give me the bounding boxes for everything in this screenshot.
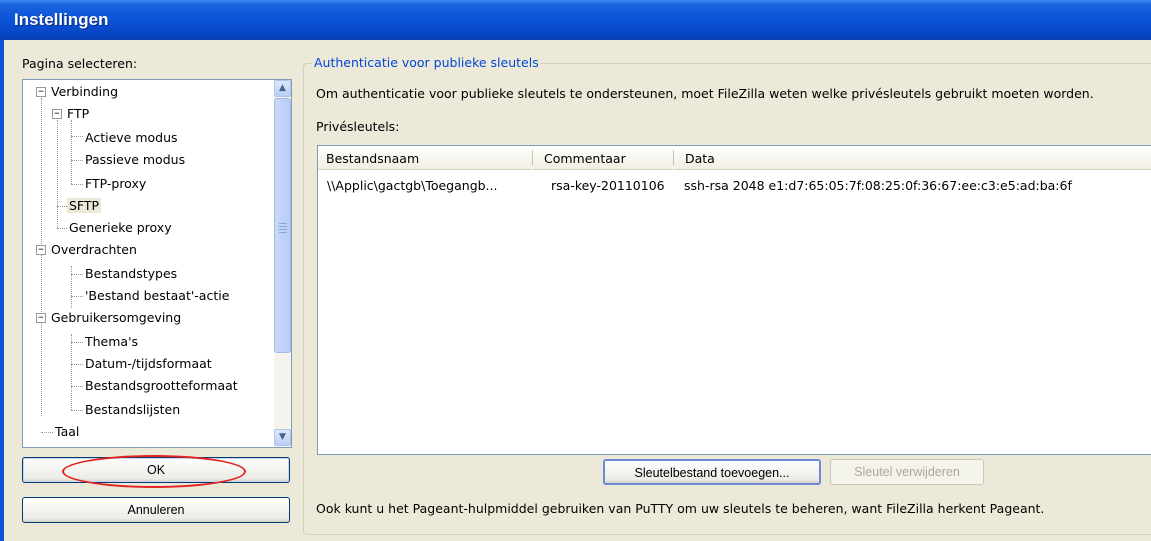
column-header-filename[interactable]: Bestandsnaam	[318, 146, 532, 170]
thumb-grip	[279, 232, 287, 233]
tree-line	[71, 184, 83, 185]
tree-line	[71, 386, 83, 387]
private-keys-label: Privésleutels:	[316, 119, 400, 134]
tree-line	[71, 342, 83, 343]
tree-item-passieve-modus[interactable]: Passieve modus	[85, 152, 185, 167]
tree-item-bestand-bestaat[interactable]: 'Bestand bestaat'-actie	[85, 288, 229, 303]
tree-scrollbar[interactable]: ▲ ▼	[274, 80, 291, 447]
window-frame-left	[0, 40, 4, 541]
tree-line	[57, 120, 58, 228]
collapse-icon[interactable]: −	[36, 87, 46, 97]
scroll-up-icon[interactable]: ▲	[274, 80, 291, 97]
tree-line	[71, 296, 83, 297]
cancel-button[interactable]: Annuleren	[22, 497, 290, 523]
collapse-icon[interactable]: −	[36, 313, 46, 323]
column-header-data[interactable]: Data	[674, 146, 1151, 170]
tree-line	[71, 136, 83, 137]
tree-item-themas[interactable]: Thema's	[85, 334, 138, 349]
auth-group-title: Authenticatie voor publieke sleutels	[312, 55, 541, 70]
remove-key-button[interactable]: Sleutel verwijderen	[830, 459, 984, 485]
scroll-down-icon[interactable]: ▼	[274, 429, 291, 446]
scroll-thumb[interactable]	[274, 98, 291, 353]
tree-line	[57, 228, 67, 229]
tree-line	[71, 410, 83, 411]
tree-item-overdrachten[interactable]: Overdrachten	[51, 242, 137, 257]
thumb-grip	[279, 223, 287, 224]
window-title: Instellingen	[14, 10, 109, 29]
tree-line	[71, 266, 72, 308]
thumb-grip	[279, 229, 287, 230]
tree-line	[71, 334, 72, 410]
tree-item-bestandslijsten[interactable]: Bestandslijsten	[85, 402, 180, 417]
tree-line	[71, 274, 83, 275]
tree-line	[41, 98, 42, 416]
tree-item-ftp[interactable]: FTP	[67, 106, 89, 121]
settings-dialog: Instellingen Pagina selecteren: − − − − …	[0, 0, 1151, 541]
tree-item-actieve-modus[interactable]: Actieve modus	[85, 130, 178, 145]
title-bar[interactable]: Instellingen	[0, 0, 1151, 40]
page-select-label: Pagina selecteren:	[22, 56, 138, 71]
tree-line	[71, 120, 72, 184]
cell-comment: rsa-key-20110106	[551, 178, 665, 193]
tree-line	[41, 432, 53, 433]
tree-line	[71, 160, 83, 161]
tree-item-datum-tijd[interactable]: Datum-/tijdsformaat	[85, 356, 212, 371]
tree-item-bestandstypes[interactable]: Bestandstypes	[85, 266, 177, 281]
cell-data: ssh-rsa 2048 e1:d7:65:05:7f:08:25:0f:36:…	[684, 178, 1072, 193]
thumb-grip	[279, 226, 287, 227]
tree-item-verbinding[interactable]: Verbinding	[51, 84, 118, 99]
tree-item-gebruikersomgeving[interactable]: Gebruikersomgeving	[51, 310, 181, 325]
tree-item-sftp[interactable]: SFTP	[67, 198, 102, 213]
settings-tree[interactable]: − − − − Verbinding FTP Actieve modus Pas…	[22, 79, 292, 448]
tree-item-generieke-proxy[interactable]: Generieke proxy	[69, 220, 172, 235]
pageant-note: Ook kunt u het Pageant-hulpmiddel gebrui…	[316, 501, 1045, 516]
tree-item-taal[interactable]: Taal	[55, 424, 79, 439]
private-keys-list[interactable]: Bestandsnaam Commentaar Data \\Applic\ga…	[317, 145, 1151, 455]
auth-description: Om authenticatie voor publieke sleutels …	[316, 86, 1094, 101]
ok-button[interactable]: OK	[22, 457, 290, 483]
collapse-icon[interactable]: −	[36, 245, 46, 255]
add-keyfile-button[interactable]: Sleutelbestand toevoegen...	[603, 459, 821, 485]
column-header-comment[interactable]: Commentaar	[533, 146, 673, 170]
tree-item-bestandsgrootte[interactable]: Bestandsgrootteformaat	[85, 378, 238, 393]
tree-line	[71, 364, 83, 365]
tree-line	[57, 206, 67, 207]
collapse-icon[interactable]: −	[52, 109, 62, 119]
cell-filename: \\Applic\gactgb\Toegangb...	[327, 178, 498, 193]
tree-item-ftp-proxy[interactable]: FTP-proxy	[85, 176, 146, 191]
